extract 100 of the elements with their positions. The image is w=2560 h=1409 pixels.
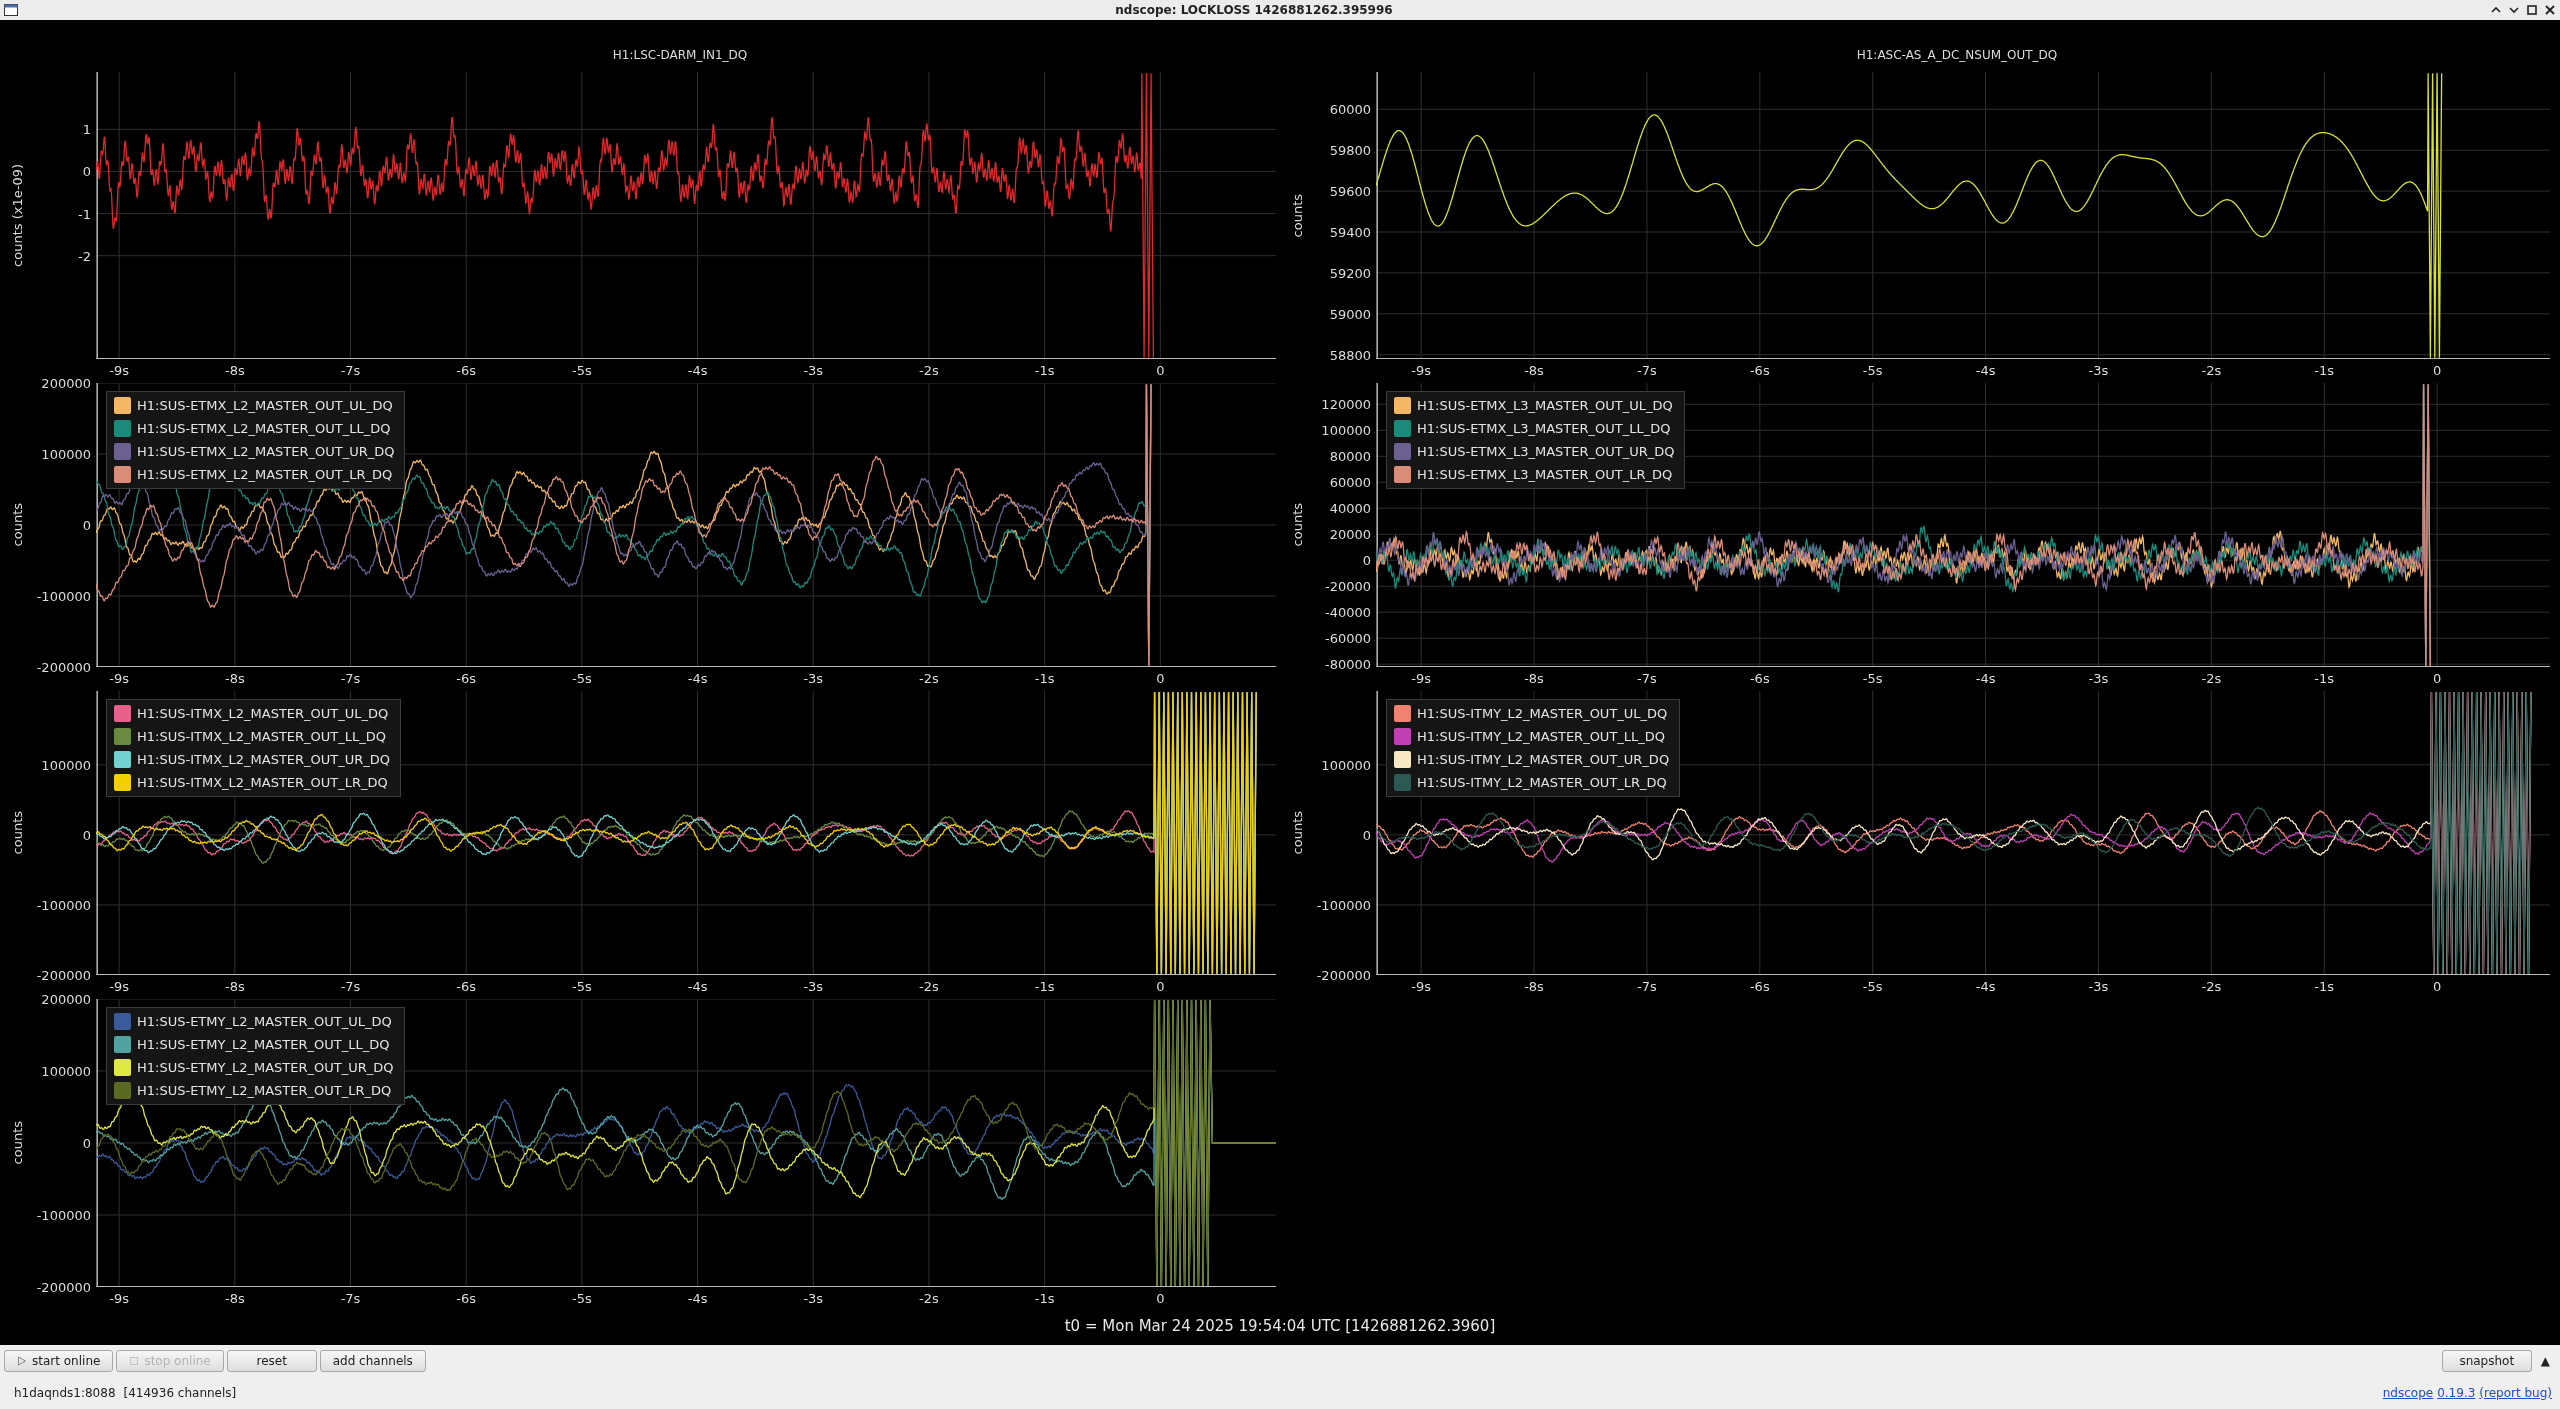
tick-label: -6s xyxy=(1749,671,1770,686)
tick-label: -7s xyxy=(340,979,361,994)
play-icon xyxy=(17,1356,27,1366)
tick-label: -2s xyxy=(2201,363,2222,378)
tick-label: -1s xyxy=(1034,671,1055,686)
tick-label: -1s xyxy=(1034,979,1055,994)
tick-label: -8s xyxy=(224,671,245,686)
tick-label: -7s xyxy=(1637,363,1657,378)
tick-label: 0 xyxy=(82,1135,91,1151)
toolbar-button[interactable]: start online xyxy=(4,1350,114,1372)
tick-label: -6s xyxy=(456,979,477,994)
tick-label: -20000 xyxy=(1324,578,1371,594)
tick-label: -100000 xyxy=(1316,897,1371,913)
tick-label: 59000 xyxy=(1329,306,1371,322)
tick-label: -7s xyxy=(1637,671,1657,686)
stop-icon xyxy=(129,1356,140,1366)
tick-label: -4s xyxy=(687,1291,708,1306)
tick-label: -9s xyxy=(109,671,129,686)
channel-name: H1:SUS-ETMX_L2_MASTER_OUT_UR_DQ xyxy=(137,444,395,459)
tick-label: 0 xyxy=(1156,979,1165,994)
channel-name: H1:SUS-ITMX_L2_MASTER_OUT_LL_DQ xyxy=(137,729,386,744)
server-address: h1daqnds1:8088 xyxy=(14,1386,116,1400)
tick-label: 0 xyxy=(1362,827,1371,843)
toolbar-button[interactable]: add channels xyxy=(319,1350,426,1372)
window-icon xyxy=(4,4,18,16)
tick-label: -1s xyxy=(1034,363,1055,378)
tick-label: 0 xyxy=(1156,1291,1165,1306)
tick-label: -2s xyxy=(2201,979,2222,994)
tick-label: -8s xyxy=(224,979,245,994)
tick-label: -3s xyxy=(803,363,824,378)
tick-label: -1 xyxy=(78,206,91,222)
tick-label: -7s xyxy=(340,363,361,378)
tick-label: -5s xyxy=(1862,979,1883,994)
channel-name: H1:SUS-ETMY_L2_MASTER_OUT_LL_DQ xyxy=(137,1037,390,1052)
tick-label: -4s xyxy=(1975,979,1996,994)
tick-label: 58800 xyxy=(1329,347,1371,363)
maximize-icon[interactable] xyxy=(2526,4,2538,16)
axis-label: counts xyxy=(1289,193,1305,238)
status-link[interactable]: ndscope xyxy=(2382,1386,2434,1400)
axis-label: counts xyxy=(1289,503,1305,547)
tick-label: -9s xyxy=(1411,363,1431,378)
channel-count: [414936 channels] xyxy=(123,1386,237,1400)
tick-label: -3s xyxy=(803,979,824,994)
expand-button[interactable]: ▲ xyxy=(2534,1354,2556,1368)
tick-label: -2s xyxy=(919,671,939,686)
tick-label: 0 xyxy=(82,164,91,179)
tick-label: -8s xyxy=(1524,363,1544,378)
tick-label: -40000 xyxy=(1324,604,1371,620)
channel-name: H1:SUS-ETMX_L3_MASTER_OUT_LR_DQ xyxy=(1417,467,1673,482)
tick-label: -4s xyxy=(1975,671,1996,686)
channel-name: H1:SUS-ETMY_L2_MASTER_OUT_LR_DQ xyxy=(137,1083,392,1098)
status-link[interactable]: 0.19.3 xyxy=(2437,1386,2476,1400)
tick-label: -6s xyxy=(456,671,477,686)
tick-label: 0 xyxy=(82,517,91,533)
axis-label: counts xyxy=(9,811,25,855)
channel-name: H1:SUS-ITMX_L2_MASTER_OUT_UR_DQ xyxy=(137,752,391,767)
tick-label: 60000 xyxy=(1329,101,1371,117)
channel-name: H1:SUS-ITMY_L2_MASTER_OUT_LR_DQ xyxy=(1417,775,1667,790)
close-icon[interactable] xyxy=(2544,4,2556,16)
tick-label: -5s xyxy=(572,979,592,994)
channel-name: H1:SUS-ETMY_L2_MASTER_OUT_UL_DQ xyxy=(137,1014,392,1029)
tick-label: -8s xyxy=(224,1291,245,1306)
tick-label: -7s xyxy=(340,671,361,686)
tick-label: -2s xyxy=(919,363,939,378)
tick-label: -2s xyxy=(2201,671,2222,686)
window-title: ndscope: LOCKLOSS 1426881262.395996 xyxy=(1114,3,1394,17)
channel-name: H1:SUS-ITMY_L2_MASTER_OUT_UR_DQ xyxy=(1417,752,1670,767)
tick-label: -5s xyxy=(572,1291,592,1306)
tick-label: -6s xyxy=(1749,363,1770,378)
tick-label: 0 xyxy=(1156,671,1165,686)
tick-label: -9s xyxy=(1411,979,1431,994)
tick-label: -100000 xyxy=(36,588,91,604)
channel-name: H1:SUS-ETMX_L2_MASTER_OUT_LR_DQ xyxy=(137,467,393,482)
tick-label: 100000 xyxy=(41,757,91,773)
tick-label: -4s xyxy=(687,979,708,994)
tick-label: 0 xyxy=(1156,363,1165,378)
axis-label: counts xyxy=(1289,811,1305,855)
tick-label: -3s xyxy=(803,1291,824,1306)
tick-label: -3s xyxy=(2088,671,2109,686)
tick-label: 20000 xyxy=(1329,526,1371,542)
tick-label: -80000 xyxy=(1324,656,1371,672)
channel-name: H1:SUS-ITMX_L2_MASTER_OUT_UL_DQ xyxy=(137,706,389,721)
channel-name: H1:SUS-ITMX_L2_MASTER_OUT_LR_DQ xyxy=(137,775,388,790)
status-link[interactable]: (report bug) xyxy=(2479,1386,2552,1400)
axis-label: counts xyxy=(9,503,25,547)
toolbar-button[interactable]: reset xyxy=(226,1350,317,1372)
channel-name: H1:SUS-ETMX_L3_MASTER_OUT_LL_DQ xyxy=(1417,421,1671,436)
tick-label: 59400 xyxy=(1329,224,1371,240)
tick-label: -8s xyxy=(224,363,245,378)
tick-label: -1s xyxy=(2314,671,2335,686)
tick-label: -100000 xyxy=(36,1207,91,1223)
tick-label: -8s xyxy=(1524,671,1544,686)
tick-label: 1 xyxy=(82,121,91,137)
tick-label: 200000 xyxy=(41,991,91,1007)
tick-label: -4s xyxy=(1975,363,1996,378)
channel-name: H1:SUS-ITMY_L2_MASTER_OUT_UL_DQ xyxy=(1417,706,1668,721)
caret-down-icon[interactable] xyxy=(2508,4,2520,16)
snapshot-button[interactable]: snapshot xyxy=(2441,1350,2532,1372)
tick-label: 100000 xyxy=(1321,422,1371,438)
tick-label: -200000 xyxy=(36,967,91,983)
